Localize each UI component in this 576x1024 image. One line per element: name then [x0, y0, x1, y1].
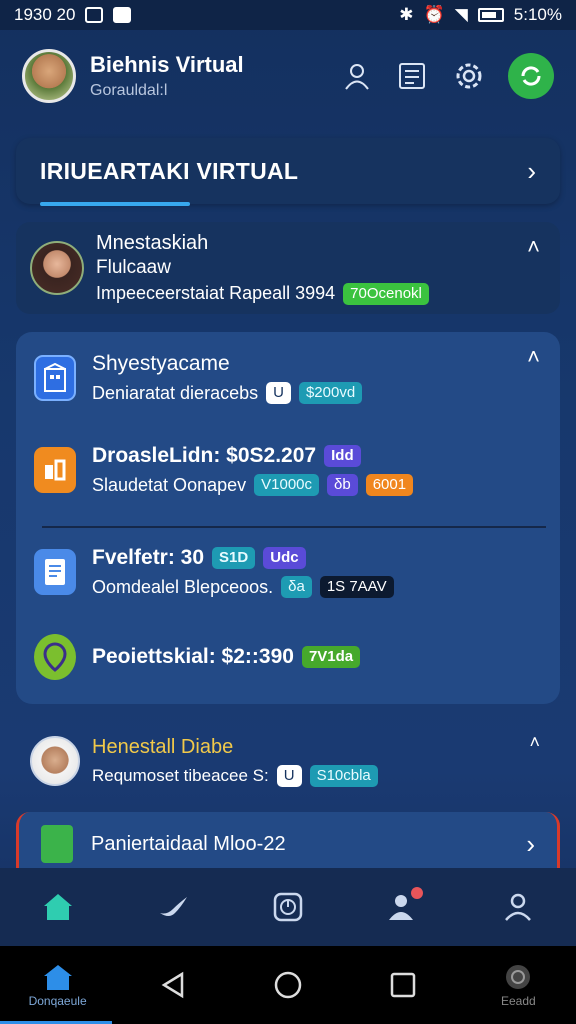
list-item[interactable]: Shyestyacame Deniaratat dieracebs U $200… [34, 352, 363, 404]
virtual-section-title: IRIUEARTAKI VIRTUAL [40, 157, 299, 184]
services-card: ˄ Shyestyacame Deniaratat dieracebs U $2… [16, 332, 560, 704]
tab-bird[interactable] [143, 877, 203, 937]
bird-icon [159, 897, 187, 916]
settings-gear-icon[interactable] [452, 59, 486, 93]
app-subtitle: Gorauldal:l [90, 82, 168, 99]
profile-detail: Impeeceerstaiat Rapeall 3994 [96, 283, 336, 303]
doctor-badge: S10cbla [309, 764, 378, 787]
recents-button[interactable] [358, 946, 448, 1024]
home-circle-button[interactable] [243, 946, 333, 1024]
doctor-subtitle: Requmoset tibeacee S: [92, 765, 269, 785]
profile-avatar [30, 241, 84, 295]
profile-name: Mnestaskiah [96, 231, 209, 254]
chevron-up-icon[interactable]: ˄ [527, 344, 540, 370]
row-title: Peoiettskial: $2::390 [92, 645, 294, 668]
location-pin-icon [34, 634, 76, 680]
tab-home[interactable] [28, 877, 88, 937]
app-header: Biehnis Virtual Gorauldal:l [0, 38, 576, 114]
profile-badge: 70Ocenokl [343, 282, 429, 305]
wifi-icon: ◥ [454, 5, 468, 24]
system-nav-bar: Donqaeule Eeadd [0, 946, 576, 1024]
profile-icon[interactable] [340, 59, 374, 93]
active-tab-indicator [40, 202, 190, 206]
user-avatar[interactable] [22, 49, 76, 103]
row-subtitle: Oomdealel Blepceoos. [92, 576, 274, 597]
chart-icon [34, 447, 76, 493]
doctor-badge: U [276, 764, 302, 787]
app-title: Biehnis Virtual [90, 52, 244, 77]
row-subtitle: Deniaratat dieracebs [92, 382, 259, 403]
assistant-icon [506, 965, 531, 989]
document-icon [41, 825, 73, 863]
doctor-card[interactable]: Henestall Diabe Requmoset tibeacee S: U … [16, 722, 560, 800]
home-icon [43, 894, 72, 920]
row-badge: δa [281, 576, 312, 598]
back-button[interactable] [128, 946, 218, 1024]
row-badge: V1000c [254, 474, 319, 496]
virtual-section-card[interactable]: IRIUEARTAKI VIRTUAL › [16, 138, 560, 204]
tab-contacts[interactable] [373, 877, 433, 937]
bottom-tab-bar [0, 868, 576, 946]
document-icon [34, 549, 76, 595]
profile-icon [505, 893, 532, 921]
tab-profile[interactable] [488, 877, 548, 937]
nav-home-button[interactable]: Donqaeule [13, 946, 103, 1024]
doctor-name: Henestall Diabe [92, 735, 234, 758]
list-item[interactable]: DroasleLidn: $0S2.207 Idd Slaudetat Oona… [34, 444, 414, 496]
row-badge: U [266, 382, 291, 404]
battery-text: 5:10% [513, 5, 562, 24]
profile-card[interactable]: Mnestaskiah Flulcaaw Impeeceerstaiat Rap… [16, 222, 560, 314]
battery-icon [477, 8, 504, 22]
recents-square-icon [390, 972, 416, 998]
bluetooth-icon: ✱ [399, 5, 414, 24]
row-title: Shyestyacame [92, 352, 230, 375]
row-title: DroasleLidn: $0S2.207 [92, 444, 317, 467]
doctor-avatar [30, 736, 80, 786]
nav-right-label: Eeadd [500, 994, 536, 1008]
circle-home-icon [274, 971, 302, 999]
divider [42, 526, 546, 528]
profile-subtitle: Flulcaaw [96, 256, 171, 278]
row-badge: δb [327, 474, 358, 496]
row-badge: 1S 7AAV [319, 576, 394, 598]
home-icon [43, 965, 72, 990]
chevron-icon[interactable]: ˄ [529, 732, 540, 753]
document-list-icon[interactable] [396, 59, 430, 93]
chevron-right-icon: › [527, 155, 536, 186]
nav-home-label: Donqaeule [28, 994, 87, 1008]
row-title: Fvelfetr: 30 [92, 546, 205, 569]
notification-dot [411, 887, 424, 899]
row-badge: S1D [212, 547, 256, 569]
plan-title: Paniertaidaal Mloo-22 [91, 832, 286, 855]
chevron-up-icon[interactable]: ˄ [527, 234, 540, 260]
back-triangle-icon [161, 971, 184, 999]
tab-timer[interactable] [258, 877, 318, 937]
row-subtitle: Slaudetat Oonapev [92, 474, 247, 495]
plan-card[interactable]: Paniertaidaal Mloo-22 › [16, 812, 560, 876]
alarm-icon: ⏰ [423, 5, 445, 24]
row-badge: $200vd [298, 382, 363, 404]
row-badge: Idd [324, 445, 361, 467]
app-notification-icon [113, 7, 132, 23]
row-badge: 7V1da [301, 646, 361, 668]
list-item[interactable]: Fvelfetr: 30 S1D Udc Oomdealel Blepceoos… [34, 546, 394, 598]
status-time: 1930 20 [14, 5, 76, 24]
timer-icon [273, 892, 303, 922]
building-icon [34, 355, 76, 401]
assistant-button[interactable]: Eeadd [473, 946, 563, 1024]
chevron-right-icon: › [526, 828, 535, 859]
status-bar: 1930 20 ✱ ⏰ ◥ 5:10% [0, 0, 576, 30]
notification-icon [85, 7, 104, 23]
list-item[interactable]: Peoiettskial: $2::390 7V1da [34, 634, 361, 680]
row-badge: Udc [263, 547, 306, 569]
refresh-icon[interactable] [508, 53, 554, 99]
row-badge: 6001 [365, 474, 414, 496]
